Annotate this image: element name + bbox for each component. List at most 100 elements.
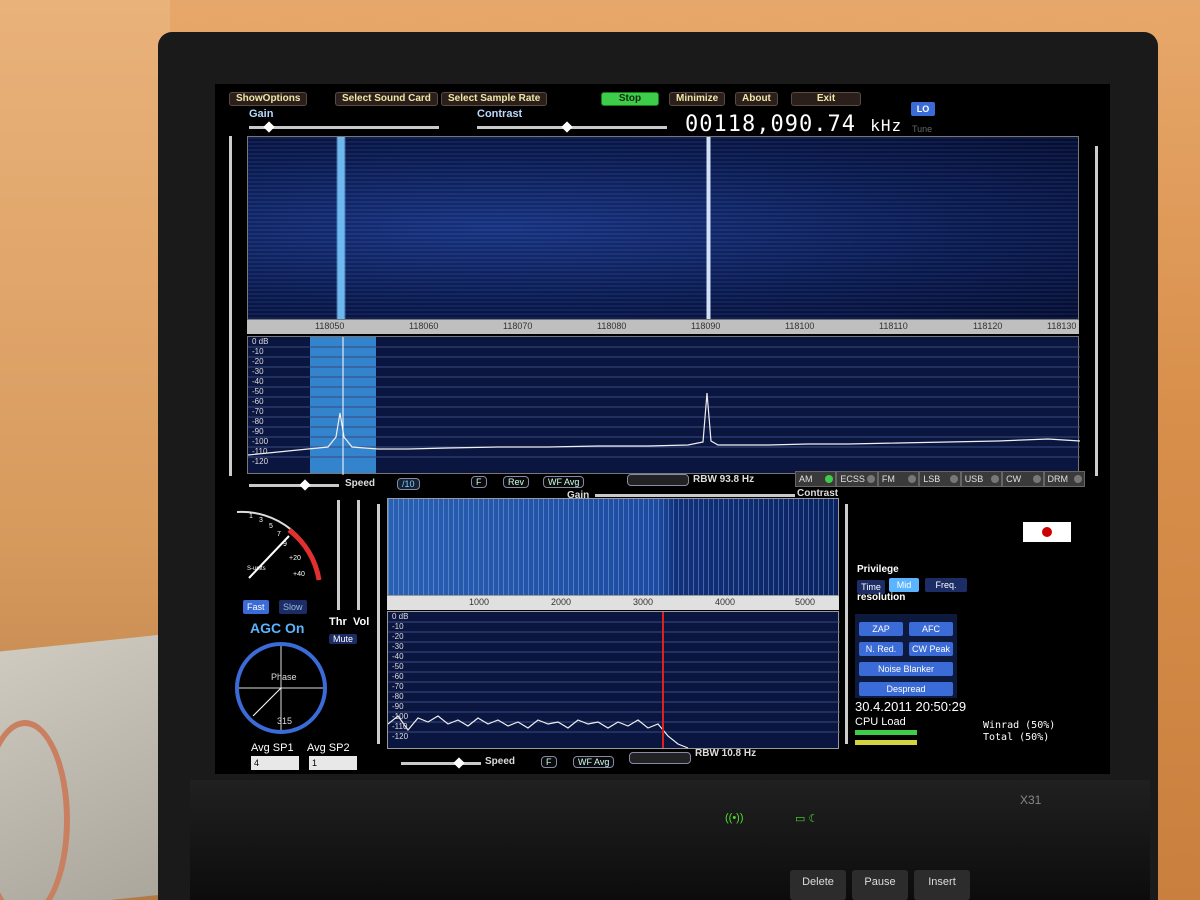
cpu-total-pct: (50%) <box>1019 732 1050 743</box>
right-vertical-slider[interactable] <box>1095 146 1098 476</box>
s-meter: 1 3 5 7 9 +20 +40 S-units <box>236 510 322 581</box>
audio-wf-avg-button[interactable]: WF Avg <box>573 756 615 768</box>
date-time: 30.4.2011 20:50:29 <box>855 699 967 714</box>
cpu-winrad-bar <box>855 730 917 735</box>
avg-sp1-label: Avg SP1 <box>251 742 294 754</box>
thr-slider[interactable] <box>337 500 340 610</box>
mode-usb-button[interactable]: USB <box>960 471 1003 487</box>
left-vertical-slider[interactable] <box>229 136 232 476</box>
select-sample-rate-button[interactable]: Select Sample Rate <box>441 92 548 106</box>
div10-button[interactable]: /10 <box>397 478 420 490</box>
key-pause[interactable]: Pause <box>852 870 908 900</box>
audio-speed-slider-knob[interactable] <box>453 757 465 769</box>
main-spectrum[interactable]: 0 dB -10 -20 -30 -40 -50 -60 -70 -80 -90… <box>247 336 1080 475</box>
audio-f-button[interactable]: F <box>541 756 557 768</box>
audio-db-label: -40 <box>392 652 404 661</box>
speed-slider[interactable] <box>249 484 339 487</box>
avg-sp2-select[interactable]: 1 <box>309 756 357 770</box>
phase-dial[interactable]: Phase 315 <box>235 642 327 734</box>
mode-drm-button[interactable]: DRM <box>1043 471 1085 487</box>
smeter-label: 7 <box>277 531 281 538</box>
freq-tick: 118050 <box>315 321 345 331</box>
key-delete[interactable]: Delete <box>790 870 846 900</box>
db-label: -100 <box>252 437 269 446</box>
db-label: -90 <box>252 427 264 436</box>
smeter-label: +40 <box>293 571 305 578</box>
zap-button[interactable]: ZAP <box>859 622 903 636</box>
audio-db-label: -110 <box>392 722 408 731</box>
agc-slow-button[interactable]: Slow <box>279 600 307 614</box>
gain-slider[interactable] <box>249 126 439 129</box>
contrast-slider-knob[interactable] <box>561 121 573 133</box>
avg-sp1-select[interactable]: 4 <box>251 756 299 770</box>
wf-avg-button[interactable]: WF Avg <box>543 476 585 488</box>
mode-fm-button[interactable]: FM <box>877 471 920 487</box>
show-options-button[interactable]: ShowOptions <box>229 92 308 106</box>
keyboard-row: Delete Pause Insert <box>790 870 970 900</box>
db-label: -10 <box>252 347 264 356</box>
audio-db-label: -10 <box>392 622 404 631</box>
spectrum-plot <box>248 337 1080 475</box>
cpu-total-bar <box>855 740 917 745</box>
wifi-led-icon: ((•)) <box>725 812 744 824</box>
mute-button[interactable]: Mute <box>329 634 358 644</box>
audio-cursor-line[interactable] <box>662 612 664 748</box>
exit-button[interactable]: Exit <box>791 92 861 106</box>
about-button[interactable]: About <box>735 92 778 106</box>
cw-peak-button[interactable]: CW Peak <box>909 642 953 656</box>
mode-ecss-button[interactable]: ECSS <box>836 471 878 487</box>
noise-reduction-button[interactable]: N. Red. <box>859 642 903 656</box>
rbw-stepper[interactable] <box>627 474 689 486</box>
gain-slider-knob[interactable] <box>263 121 275 133</box>
mode-label: LSB <box>923 474 941 484</box>
freq-tick: 118080 <box>597 321 627 331</box>
audio-db-label: -100 <box>392 712 409 721</box>
avg-sp2-label: Avg SP2 <box>307 742 350 754</box>
agc-fast-button[interactable]: Fast <box>243 600 269 614</box>
gain2-slider[interactable] <box>595 494 795 497</box>
audio-speed-slider[interactable] <box>401 762 481 765</box>
select-sound-card-button[interactable]: Select Sound Card <box>335 92 438 106</box>
mode-lsb-button[interactable]: LSB <box>919 471 961 487</box>
laptop-model-label: X31 <box>1020 793 1042 807</box>
audio-rbw-stepper[interactable] <box>629 752 691 764</box>
db-label: -70 <box>252 407 264 416</box>
lo-button[interactable]: LO <box>911 102 935 116</box>
privilege-mid-button[interactable]: Mid <box>889 578 919 592</box>
audio-spectrum[interactable]: 0 dB -10 -20 -30 -40 -50 -60 -70 -80 -90… <box>387 611 840 749</box>
mode-cw-button[interactable]: CW <box>1002 471 1044 487</box>
smeter-label: 5 <box>269 523 273 530</box>
thr-label: Thr <box>329 616 347 628</box>
privilege-resolution-label: resolution <box>857 592 906 603</box>
frequency-display[interactable]: 00118,090.74 kHz <box>685 112 902 137</box>
vol-label: Vol <box>353 616 370 628</box>
main-waterfall[interactable] <box>247 136 1079 320</box>
audio-db-label: -30 <box>392 642 404 651</box>
audio-spectrum-plot <box>388 621 840 749</box>
db-label: 0 dB <box>252 337 269 346</box>
audio-right-slider[interactable] <box>845 504 848 744</box>
privilege-title: Privilege <box>857 564 899 575</box>
key-insert[interactable]: Insert <box>914 870 970 900</box>
stop-button[interactable]: Stop <box>601 92 659 106</box>
audio-waterfall[interactable] <box>387 498 839 596</box>
speed-slider-knob[interactable] <box>299 479 311 491</box>
f-button[interactable]: F <box>471 476 487 488</box>
smeter-units: S-units <box>247 566 266 572</box>
privilege-freq-button[interactable]: Freq. <box>925 578 967 592</box>
noise-blanker-button[interactable]: Noise Blanker <box>859 662 953 676</box>
freq-tick: 118070 <box>503 321 533 331</box>
minimize-button[interactable]: Minimize <box>669 92 726 106</box>
cpu-winrad-pct: (50%) <box>1025 720 1056 731</box>
afc-button[interactable]: AFC <box>909 622 953 636</box>
audio-db-label: -80 <box>392 692 404 701</box>
cpu-total-legend: Total (50%) <box>983 732 1049 743</box>
tune-label: Tune <box>912 124 933 134</box>
rev-button[interactable]: Rev <box>503 476 530 488</box>
mode-am-button[interactable]: AM <box>795 471 837 487</box>
vol-slider[interactable] <box>357 500 360 610</box>
frequency-unit: kHz <box>870 116 903 135</box>
db-label: -120 <box>252 457 269 466</box>
despread-button[interactable]: Despread <box>859 682 953 696</box>
audio-left-slider[interactable] <box>377 504 380 744</box>
